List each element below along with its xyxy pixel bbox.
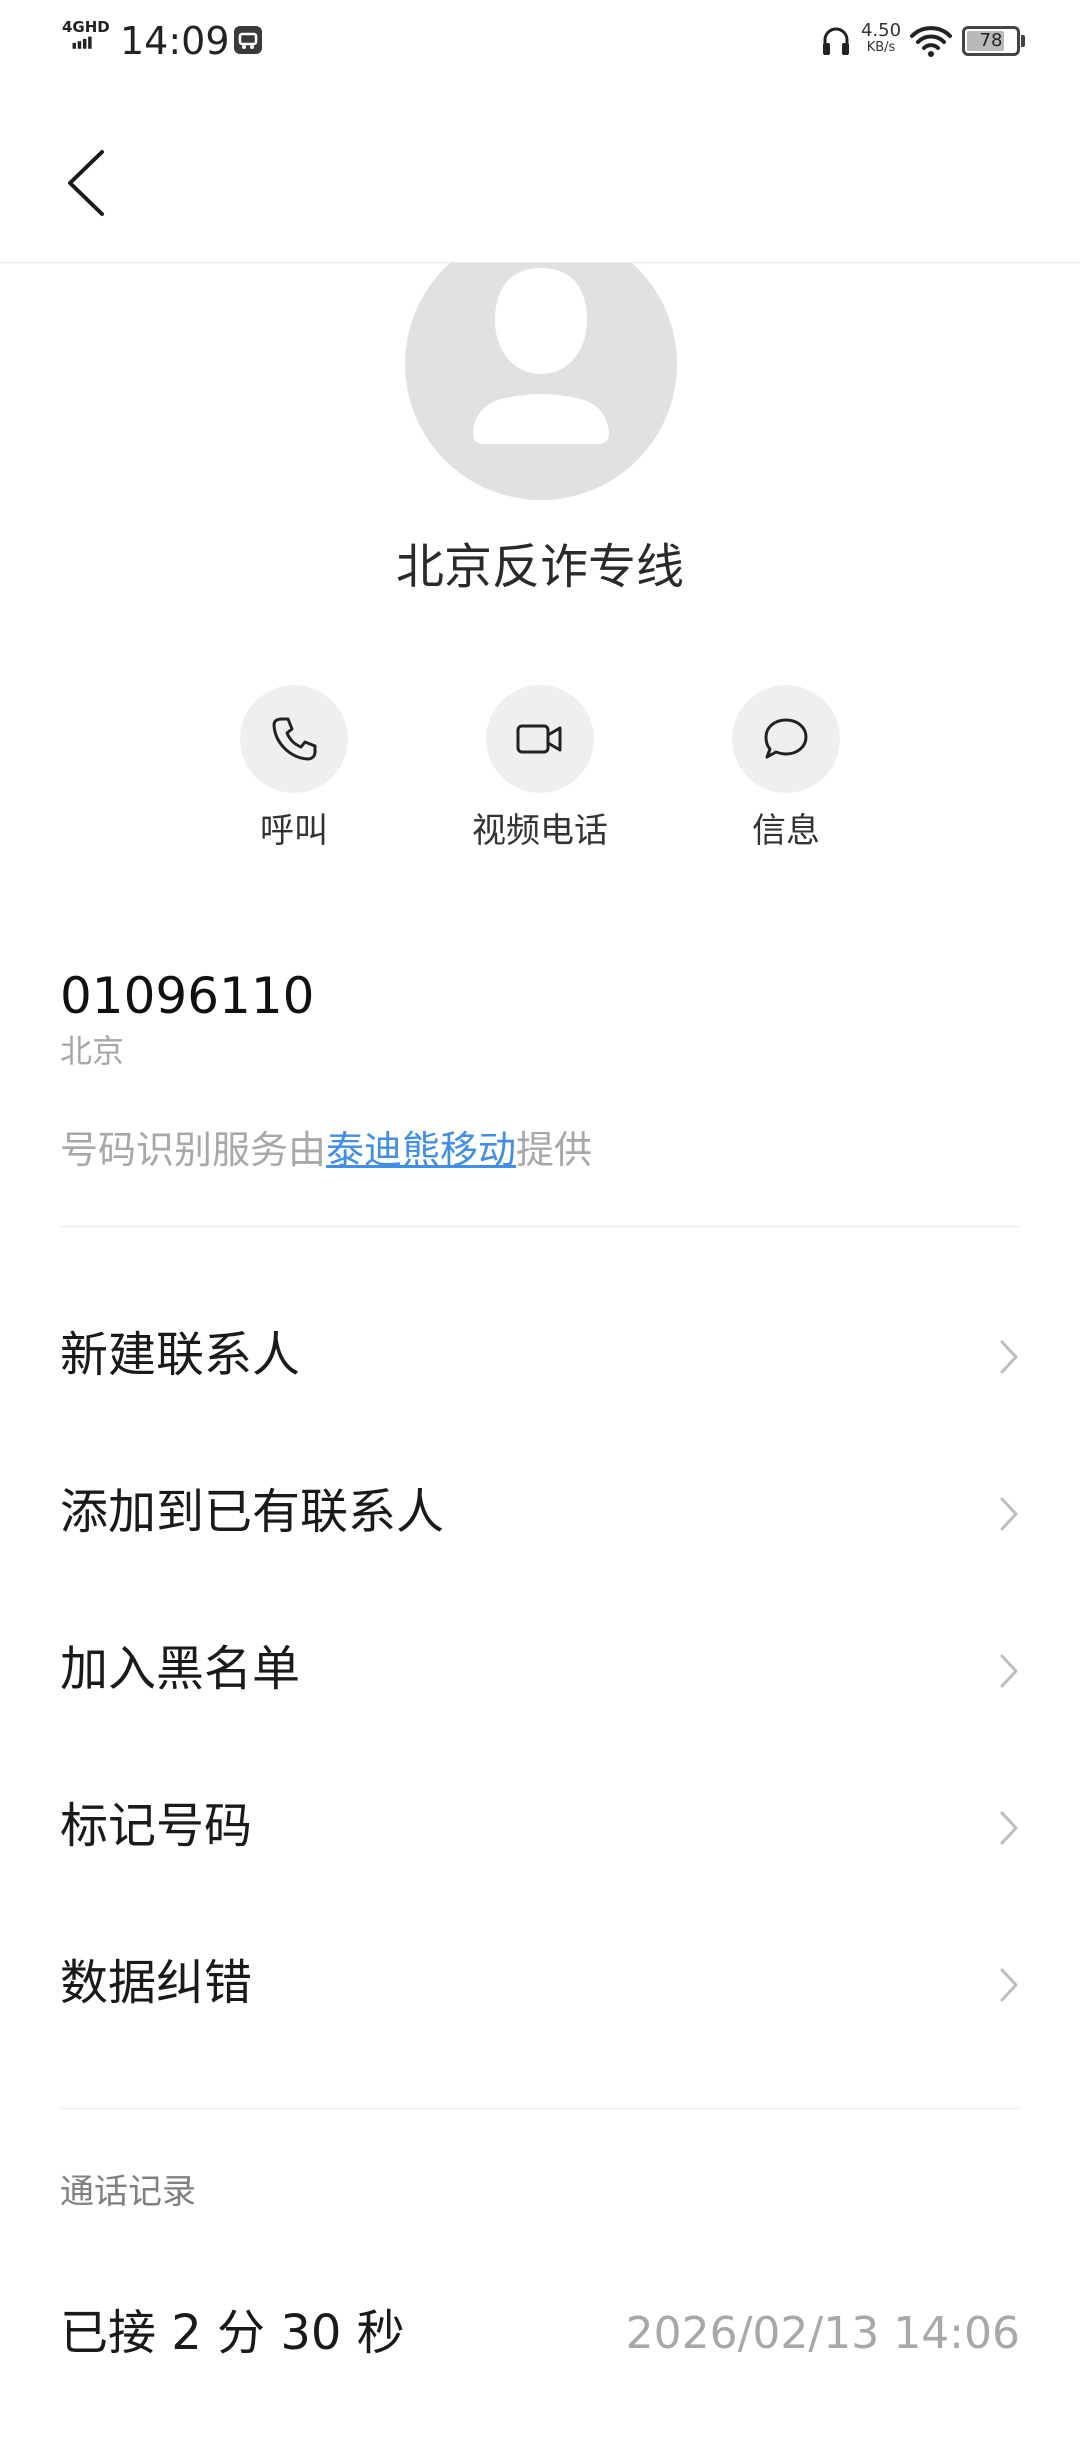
- menu-item-label: 加入黑名单: [60, 1641, 301, 1697]
- divider: [60, 1226, 1020, 1227]
- video-call-label: 视频电话: [472, 811, 608, 851]
- phone-number[interactable]: 01096110: [60, 965, 315, 1027]
- call-status: 已接 2 分 30 秒: [60, 2305, 405, 2361]
- message-label: 信息: [752, 811, 820, 851]
- wifi-icon: [910, 26, 952, 57]
- video-call-button-circle[interactable]: [486, 685, 594, 793]
- person-icon: [473, 268, 609, 444]
- message-button[interactable]: 信息: [686, 685, 886, 855]
- menu-item-add-to-existing-contact[interactable]: 添加到已有联系人: [60, 1457, 1020, 1567]
- divider: [60, 2108, 1020, 2109]
- phone-icon: [272, 717, 317, 761]
- clock: 14:09: [120, 19, 230, 63]
- battery-tip: [1021, 35, 1025, 47]
- chevron-right-icon: [1000, 1811, 1018, 1845]
- menu-item-new-contact[interactable]: 新建联系人: [60, 1300, 1020, 1410]
- network-speed-unit: KB/s: [866, 40, 896, 55]
- top-app-bar: [0, 84, 1080, 263]
- chevron-right-icon: [1000, 1968, 1018, 2002]
- app-notification-icon: [234, 26, 262, 54]
- call-timestamp: 2026/02/13 14:06: [625, 2308, 1020, 2359]
- menu-item-data-correction[interactable]: 数据纠错: [60, 1928, 1020, 2038]
- provider-prefix: 号码识别服务由: [60, 1128, 327, 1172]
- video-camera-icon: [516, 724, 562, 754]
- network-speed-value: 4.50: [860, 20, 902, 41]
- message-button-circle[interactable]: [732, 685, 840, 793]
- contact-name: 北京反诈专线: [395, 539, 684, 595]
- menu-item-label: 添加到已有联系人: [60, 1484, 445, 1540]
- menu-item-mark-number[interactable]: 标记号码: [60, 1771, 1020, 1881]
- network-speed: 4.50 KB/s: [858, 20, 904, 56]
- battery-level: 78: [979, 30, 1003, 51]
- status-bar: 4GHD 14:09 4.50 KB/s 78: [0, 0, 1080, 84]
- call-button[interactable]: 呼叫: [194, 685, 394, 855]
- provider-link[interactable]: 泰迪熊移动: [326, 1128, 516, 1172]
- menu-item-label: 标记号码: [60, 1798, 253, 1854]
- menu-item-label: 新建联系人: [60, 1327, 301, 1383]
- provider-suffix: 提供: [516, 1128, 593, 1172]
- menu-item-label: 数据纠错: [60, 1955, 253, 2011]
- call-button-circle[interactable]: [240, 685, 348, 793]
- contact-avatar: [405, 228, 677, 500]
- chevron-right-icon: [1000, 1654, 1018, 1688]
- call-label: 呼叫: [260, 811, 328, 851]
- message-bubble-icon: [764, 718, 808, 759]
- call-log-entry[interactable]: 已接 2 分 30 秒 2026/02/13 14:06: [60, 2300, 1020, 2370]
- menu-item-add-to-blacklist[interactable]: 加入黑名单: [60, 1614, 1020, 1724]
- video-call-button[interactable]: 视频电话: [440, 685, 640, 855]
- headphone-icon: [823, 27, 849, 55]
- call-log-title: 通话记录: [60, 2172, 196, 2212]
- chevron-right-icon: [1000, 1340, 1018, 1374]
- network-type: 4GHD: [62, 18, 110, 36]
- battery-icon: 78: [962, 26, 1020, 56]
- chevron-right-icon: [1000, 1497, 1018, 1531]
- number-provider-notice: 号码识别服务由泰迪熊移动提供: [60, 1122, 592, 1178]
- signal-icon: [72, 36, 92, 49]
- back-arrow-icon[interactable]: [60, 148, 120, 218]
- phone-location: 北京: [60, 1032, 125, 1070]
